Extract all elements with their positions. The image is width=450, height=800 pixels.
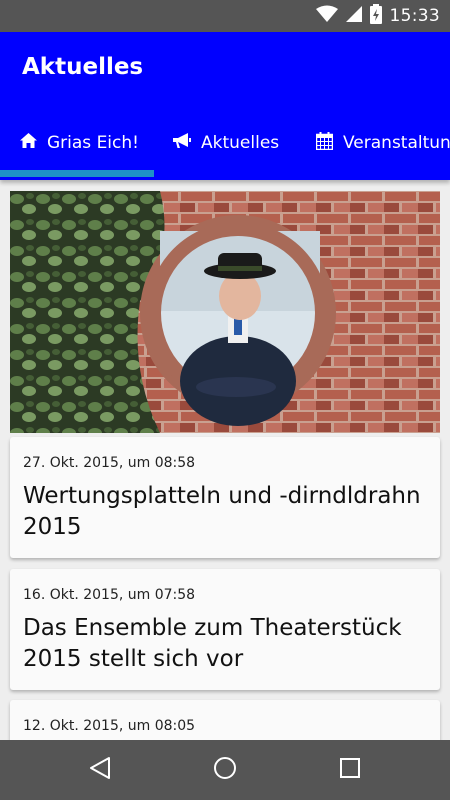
tab-label: Aktuelles	[201, 133, 280, 153]
battery-charging-icon	[369, 3, 382, 29]
tab-bar: Grias Eich! Aktuelles Veranstaltungen	[0, 112, 450, 174]
system-nav-bar	[0, 740, 450, 800]
home-circle-icon	[213, 756, 237, 785]
news-card[interactable]: 12. Okt. 2015, um 08:05	[10, 700, 440, 740]
status-bar: 15:33	[0, 0, 450, 32]
news-date: 16. Okt. 2015, um 07:58	[23, 587, 196, 603]
back-icon	[89, 756, 111, 785]
back-button[interactable]	[70, 740, 130, 800]
page-title: Aktuelles	[22, 54, 144, 80]
news-card[interactable]: 27. Okt. 2015, um 08:58 Wertungsplatteln…	[10, 437, 440, 558]
news-date: 12. Okt. 2015, um 08:05	[23, 718, 196, 734]
tab-label: Grias Eich!	[47, 133, 139, 153]
cell-signal-icon	[345, 5, 362, 28]
recents-icon	[339, 757, 361, 784]
tab-veranstaltungen[interactable]: Veranstaltungen	[315, 112, 450, 174]
news-list[interactable]: 27. Okt. 2015, um 08:58 Wertungsplatteln…	[0, 180, 450, 740]
app-bar: Aktuelles Grias Eich! Aktuelles Veransta…	[0, 32, 450, 180]
news-title: Das Ensemble zum Theaterstück 2015 stell…	[23, 615, 402, 672]
recents-button[interactable]	[320, 740, 380, 800]
status-time: 15:33	[389, 6, 440, 26]
tab-indicator	[0, 170, 154, 177]
home-button[interactable]	[195, 740, 255, 800]
tab-label: Veranstaltungen	[343, 133, 450, 153]
megaphone-icon	[173, 132, 191, 154]
hero-image	[10, 191, 440, 433]
status-icons: 15:33	[315, 0, 441, 32]
news-card[interactable]: 16. Okt. 2015, um 07:58 Das Ensemble zum…	[10, 569, 440, 690]
calendar-icon	[315, 131, 334, 155]
wifi-icon	[315, 5, 338, 28]
news-date: 27. Okt. 2015, um 08:58	[23, 455, 196, 471]
news-title: Wertungsplatteln und -dirndldrahn 2015	[23, 483, 421, 540]
home-icon	[20, 133, 37, 153]
tab-aktuelles[interactable]: Aktuelles	[173, 112, 279, 174]
tab-grias-eich[interactable]: Grias Eich!	[20, 112, 139, 174]
